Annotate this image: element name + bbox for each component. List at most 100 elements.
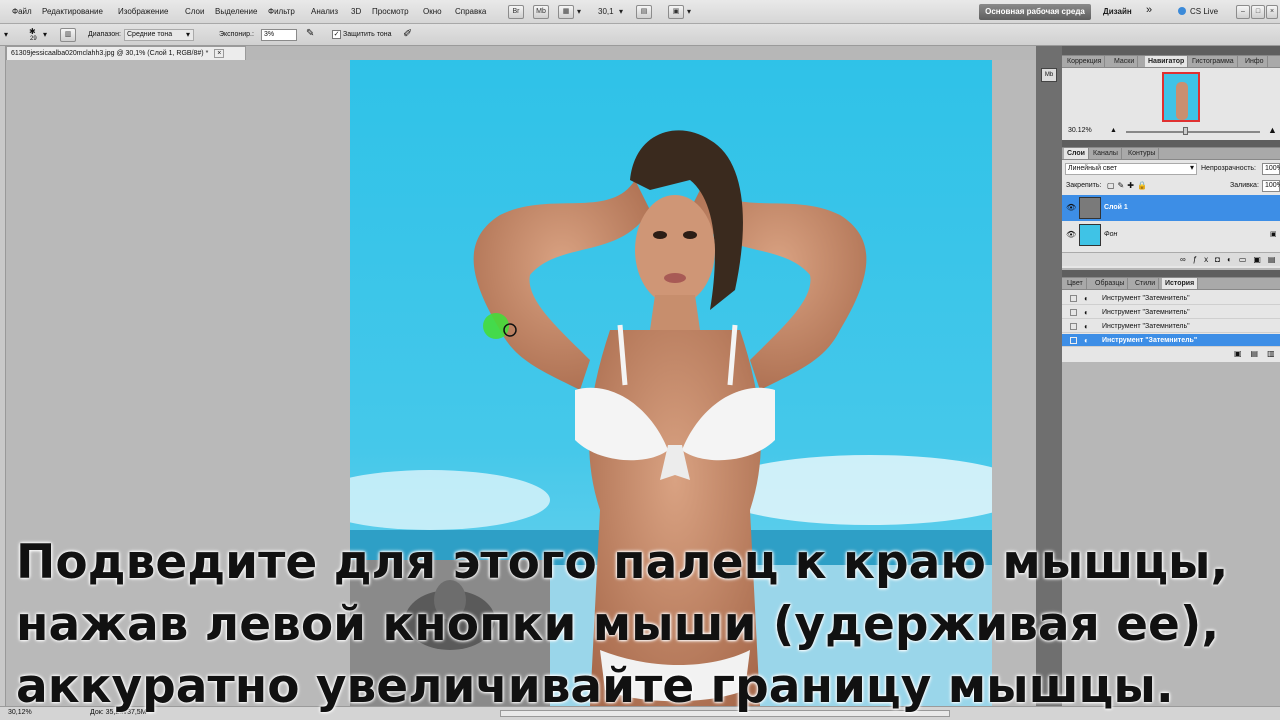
navigator-zoom-value[interactable]: 30.12% bbox=[1068, 127, 1092, 134]
layer-name[interactable]: Слой 1 bbox=[1104, 204, 1128, 211]
tab-histogram[interactable]: Гистограмма bbox=[1189, 56, 1238, 67]
chevron-down-icon[interactable]: ▾ bbox=[687, 7, 691, 16]
history-item-selected[interactable]: ◐ Инструмент "Затемнитель" bbox=[1062, 334, 1280, 347]
layers-footer-icons[interactable]: ∞ƒx◘◐▭▣▤ bbox=[1062, 252, 1280, 266]
panel-dock-header bbox=[1062, 140, 1280, 148]
history-item[interactable]: ◐ Инструмент "Затемнитель" bbox=[1062, 292, 1280, 305]
cs-live-button[interactable]: CS Live bbox=[1190, 7, 1218, 16]
history-item[interactable]: ◐ Инструмент "Затемнитель" bbox=[1062, 306, 1280, 319]
dodge-tool-icon: ◐ bbox=[1084, 294, 1089, 303]
close-icon[interactable]: × bbox=[1266, 5, 1278, 19]
navigator-tabs: Коррекция Маски Навигатор Гистограмма Ин… bbox=[1062, 56, 1280, 68]
tool-options-bar: ▾ ✱ 29 ▾ ▥ Диапазон: Средние тона ▾ Эксп… bbox=[0, 24, 1280, 46]
tab-masks[interactable]: Маски bbox=[1111, 56, 1139, 67]
menu-image[interactable]: Изображение bbox=[118, 7, 168, 16]
zoom-in-icon[interactable]: ▲ bbox=[1268, 125, 1277, 135]
menu-layers[interactable]: Слои bbox=[185, 7, 204, 16]
range-select[interactable]: Средние тона bbox=[124, 29, 194, 41]
layer-thumbnail bbox=[1079, 224, 1101, 246]
layer-thumbnail bbox=[1079, 197, 1101, 219]
document-tab-title: 61309jessicaalba020mclahh3.jpg @ 30,1% (… bbox=[11, 50, 209, 57]
chevron-down-icon[interactable]: ▾ bbox=[4, 30, 8, 39]
blend-mode-select[interactable]: Линейный свет bbox=[1065, 163, 1197, 175]
dodge-tool-icon: ◐ bbox=[1084, 336, 1089, 345]
chevron-down-icon[interactable]: ▾ bbox=[186, 30, 190, 39]
menu-window[interactable]: Окно bbox=[423, 7, 442, 16]
brush-size: 29 bbox=[30, 36, 37, 42]
chevron-down-icon[interactable]: ▾ bbox=[577, 7, 581, 16]
mini-bridge-icon[interactable]: Mb bbox=[533, 5, 549, 19]
workspace-design-button[interactable]: Дизайн bbox=[1103, 7, 1132, 16]
zoom-out-icon[interactable]: ▲ bbox=[1110, 127, 1117, 134]
dodge-tool-icon: ◐ bbox=[1084, 308, 1089, 317]
fill-label: Заливка: bbox=[1230, 182, 1259, 189]
minimize-icon[interactable]: – bbox=[1236, 5, 1250, 19]
protect-tones-label: Защитить тона bbox=[343, 31, 392, 38]
screen-mode-icon[interactable]: ▣ bbox=[668, 5, 684, 19]
tab-paths[interactable]: Контуры bbox=[1125, 148, 1160, 159]
menu-3d[interactable]: 3D bbox=[351, 7, 361, 16]
video-subtitle: Подведите для этого палец к краю мышцы, … bbox=[16, 532, 1266, 718]
tab-channels[interactable]: Каналы bbox=[1090, 148, 1122, 159]
exposure-label: Экспонир.: bbox=[219, 31, 254, 38]
tab-color[interactable]: Цвет bbox=[1064, 278, 1087, 289]
document-tab[interactable]: 61309jessicaalba020mclahh3.jpg @ 30,1% (… bbox=[6, 46, 246, 60]
menu-select[interactable]: Выделение bbox=[215, 7, 257, 16]
history-snapshot-box[interactable] bbox=[1070, 309, 1077, 316]
close-icon[interactable]: × bbox=[214, 49, 225, 58]
lock-icons[interactable]: ▢✎✚🔒 bbox=[1107, 181, 1150, 190]
tab-styles[interactable]: Стили bbox=[1132, 278, 1160, 289]
exposure-input[interactable]: 3% bbox=[261, 29, 297, 41]
layer-name[interactable]: Фон bbox=[1104, 231, 1117, 238]
menu-view[interactable]: Просмотр bbox=[372, 7, 409, 16]
opacity-label: Непрозрачность: bbox=[1201, 165, 1256, 172]
layer-row-selected[interactable]: 👁 Слой 1 bbox=[1062, 195, 1280, 221]
workspace-essentials-button[interactable]: Основная рабочая среда bbox=[979, 4, 1091, 20]
protect-tones-checkbox[interactable]: ✓ bbox=[332, 30, 341, 39]
tab-navigator[interactable]: Навигатор bbox=[1145, 56, 1189, 67]
arrange-docs-icon[interactable]: ▤ bbox=[636, 5, 652, 19]
menu-edit[interactable]: Редактирование bbox=[42, 7, 103, 16]
history-item-label: Инструмент "Затемнитель" bbox=[1102, 309, 1190, 316]
brush-panel-icon[interactable]: ▥ bbox=[60, 28, 76, 42]
opacity-input[interactable]: 100% bbox=[1262, 163, 1280, 175]
subtitle-line: аккуратно увеличивайте границу мышцы. bbox=[16, 659, 1174, 714]
view-extras-icon[interactable]: ▦ bbox=[558, 5, 574, 19]
history-item-label: Инструмент "Затемнитель" bbox=[1102, 323, 1190, 330]
chevron-down-icon[interactable]: ▾ bbox=[43, 30, 47, 39]
layer-row[interactable]: 👁 Фон ▣ bbox=[1062, 222, 1280, 248]
tab-info[interactable]: Инфо bbox=[1242, 56, 1268, 67]
menu-help[interactable]: Справка bbox=[455, 7, 486, 16]
history-item-label: Инструмент "Затемнитель" bbox=[1102, 295, 1190, 302]
navigator-thumbnail[interactable] bbox=[1162, 72, 1200, 122]
brush-preset-icon[interactable]: ✱ bbox=[29, 27, 36, 36]
history-snapshot-box[interactable] bbox=[1070, 337, 1077, 344]
tablet-pressure-icon[interactable]: ✐ bbox=[403, 27, 412, 40]
history-snapshot-box[interactable] bbox=[1070, 323, 1077, 330]
menu-analysis[interactable]: Анализ bbox=[311, 7, 338, 16]
zoom-level[interactable]: 30,1 bbox=[598, 7, 614, 16]
fill-input[interactable]: 100% bbox=[1262, 180, 1280, 192]
menu-file[interactable]: Файл bbox=[12, 7, 32, 16]
eye-icon[interactable]: 👁 bbox=[1066, 203, 1076, 212]
maximize-icon[interactable]: □ bbox=[1251, 5, 1265, 19]
history-item[interactable]: ◐ Инструмент "Затемнитель" bbox=[1062, 320, 1280, 333]
menu-filter[interactable]: Фильтр bbox=[268, 7, 295, 16]
airbrush-icon[interactable]: ✎ bbox=[306, 28, 314, 39]
eye-icon[interactable]: 👁 bbox=[1066, 230, 1076, 239]
zoom-slider[interactable] bbox=[1126, 131, 1260, 133]
history-footer-icons[interactable]: ▣▤▥ bbox=[1062, 348, 1280, 360]
bridge-icon[interactable]: Br bbox=[508, 5, 524, 19]
more-workspaces-icon[interactable]: » bbox=[1146, 4, 1152, 16]
history-snapshot-box[interactable] bbox=[1070, 295, 1077, 302]
lock-icon: ▣ bbox=[1270, 231, 1277, 238]
zoom-slider-handle[interactable] bbox=[1183, 127, 1188, 135]
tab-layers[interactable]: Слои bbox=[1064, 148, 1089, 159]
subtitle-line: Подведите для этого палец к краю мышцы, bbox=[16, 535, 1229, 590]
mini-bridge-panel-icon[interactable]: Mb bbox=[1041, 68, 1057, 82]
tab-swatches[interactable]: Образцы bbox=[1092, 278, 1129, 289]
chevron-down-icon[interactable]: ▾ bbox=[1190, 163, 1194, 172]
tab-adjustments[interactable]: Коррекция bbox=[1064, 56, 1106, 67]
chevron-down-icon[interactable]: ▾ bbox=[619, 7, 623, 16]
tab-history[interactable]: История bbox=[1162, 278, 1199, 289]
